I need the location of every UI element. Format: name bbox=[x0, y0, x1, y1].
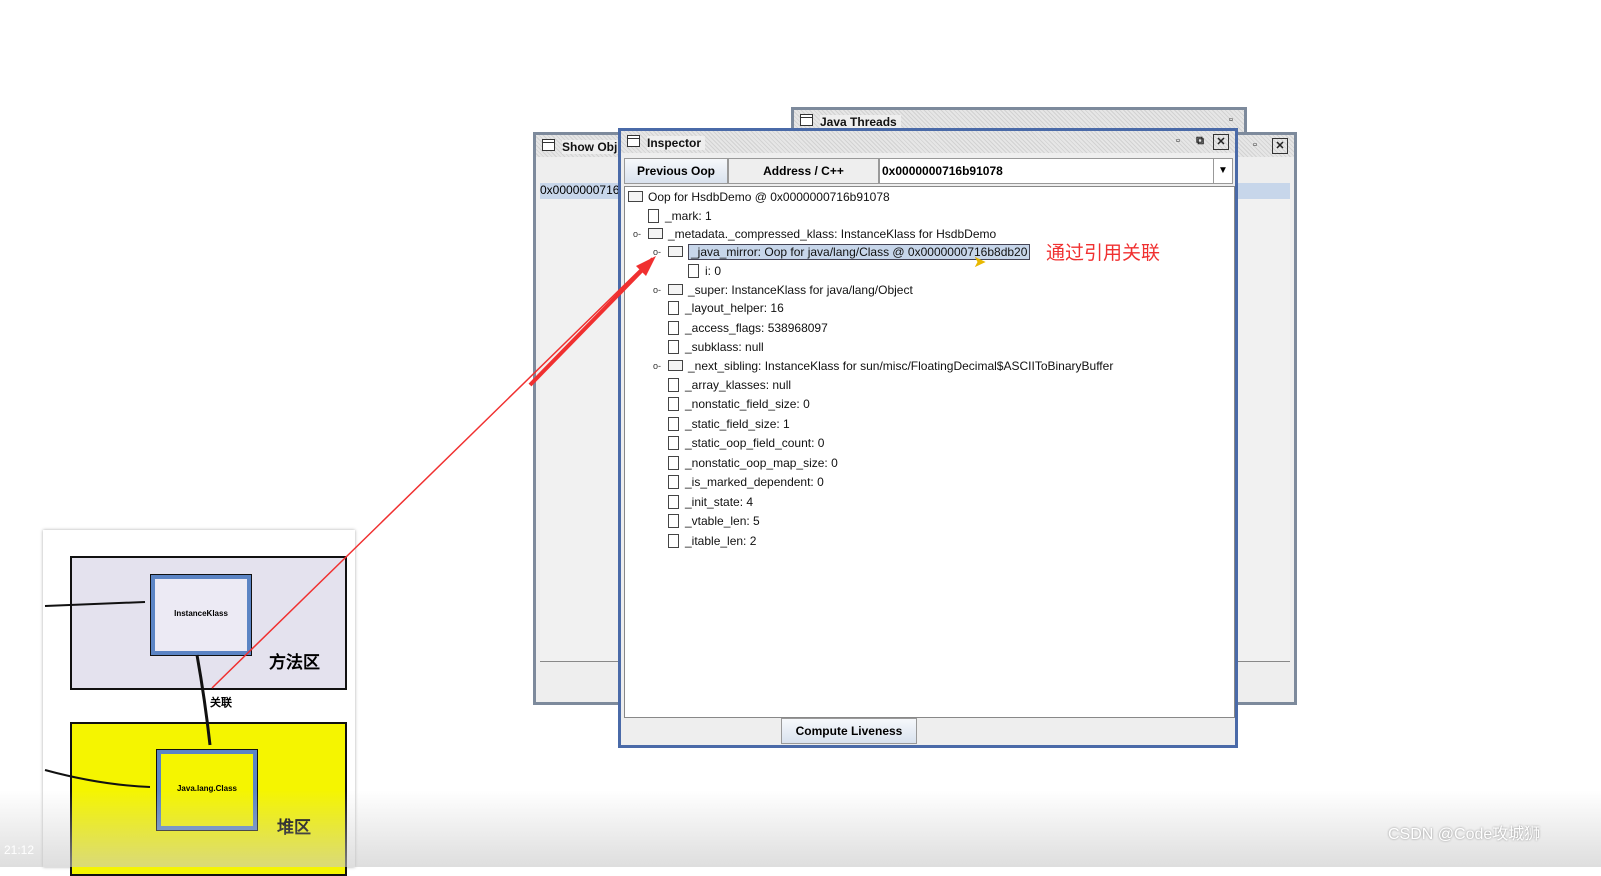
link-arrow bbox=[195, 654, 212, 746]
arrow-to-instanceklass bbox=[44, 601, 146, 607]
video-time: 21:12 bbox=[4, 843, 35, 857]
watermark: CSDN @Code攻城狮 bbox=[1388, 826, 1541, 843]
red-thin-arrow-line bbox=[211, 257, 653, 689]
red-arrow bbox=[528, 260, 652, 387]
arrows-overlay bbox=[44, 256, 656, 788]
arrow-to-class bbox=[44, 769, 151, 788]
